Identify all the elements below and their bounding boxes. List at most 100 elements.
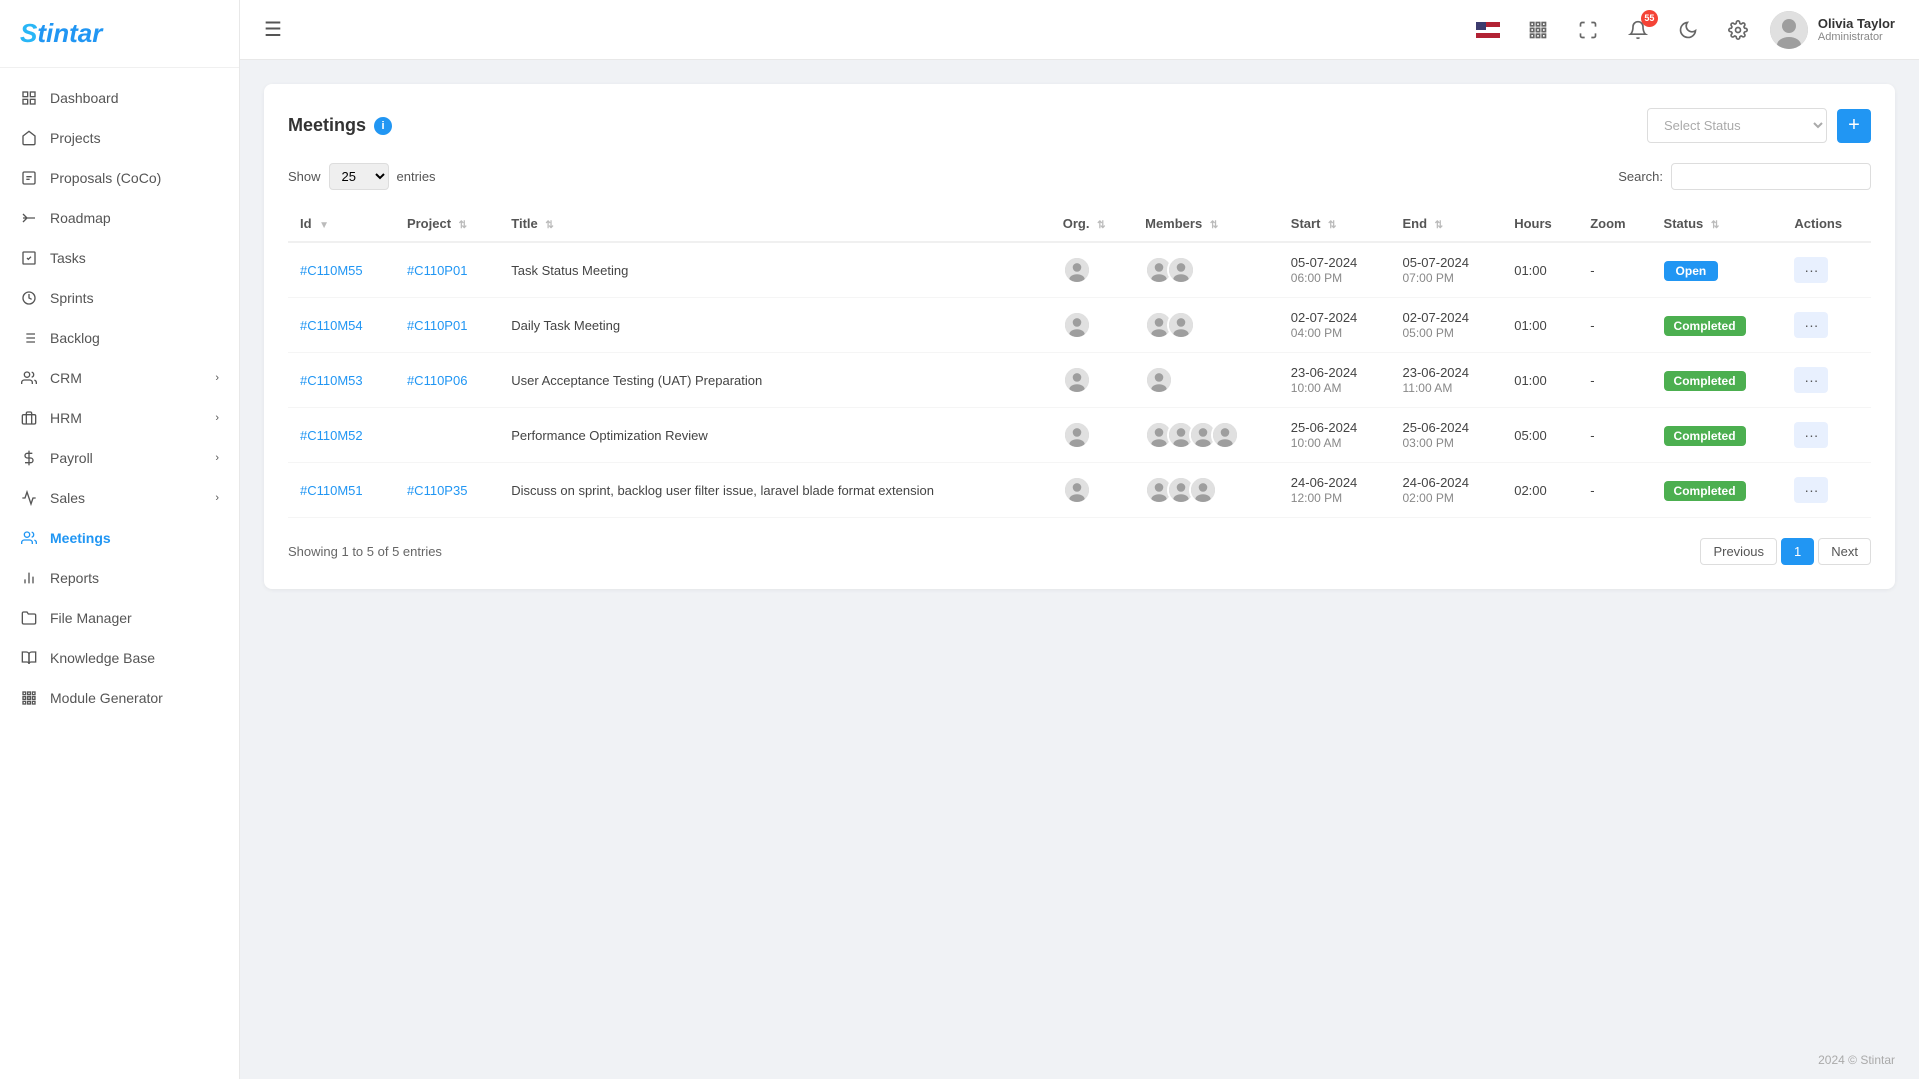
sort-icon[interactable]: ⇅ xyxy=(1328,220,1336,231)
cell-actions: ··· xyxy=(1782,298,1871,353)
card-header: Meetings i Select Status Open Completed … xyxy=(288,108,1871,143)
cell-id: #C110M53 xyxy=(288,353,395,408)
col-title: Title ⇅ xyxy=(499,206,1050,242)
cell-zoom: - xyxy=(1578,353,1651,408)
page-1-button[interactable]: 1 xyxy=(1781,538,1814,565)
sidebar-item-knowledge-base[interactable]: Knowledge Base xyxy=(0,638,239,678)
project-link[interactable]: #C110P01 xyxy=(407,318,467,333)
meetings-table: Id ▼ Project ⇅ Title ⇅ Org. ⇅ Members ⇅ … xyxy=(288,206,1871,518)
notification-badge: 55 xyxy=(1641,10,1658,27)
meeting-id-link[interactable]: #C110M53 xyxy=(300,373,363,388)
sidebar-item-label: Knowledge Base xyxy=(50,650,155,666)
sidebar-item-label: Payroll xyxy=(50,450,93,466)
cell-end: 23-06-202411:00 AM xyxy=(1391,353,1503,408)
reports-icon xyxy=(20,569,38,587)
logo-text: Stintar xyxy=(20,18,219,49)
meeting-id-link[interactable]: #C110M55 xyxy=(300,263,363,278)
sidebar-nav: Dashboard Projects Proposals (CoCo) Road… xyxy=(0,68,239,1079)
status-badge: Completed xyxy=(1664,316,1746,336)
member-avatars xyxy=(1145,476,1267,504)
sort-icon[interactable]: ⇅ xyxy=(1711,220,1719,231)
table-row: #C110M54 #C110P01 Daily Task Meeting 02-… xyxy=(288,298,1871,353)
avatar xyxy=(1145,366,1173,394)
sidebar-item-roadmap[interactable]: Roadmap xyxy=(0,198,239,238)
status-badge: Open xyxy=(1664,261,1719,281)
meeting-id-link[interactable]: #C110M51 xyxy=(300,483,363,498)
sidebar-item-crm[interactable]: CRM › xyxy=(0,358,239,398)
previous-button[interactable]: Previous xyxy=(1700,538,1777,565)
search-label: Search: xyxy=(1618,169,1663,184)
sidebar-item-file-manager[interactable]: File Manager xyxy=(0,598,239,638)
cell-members xyxy=(1133,242,1279,298)
table-row: #C110M55 #C110P01 Task Status Meeting 05… xyxy=(288,242,1871,298)
entries-select[interactable]: 25 50 100 xyxy=(329,163,389,190)
sidebar-item-payroll[interactable]: Payroll › xyxy=(0,438,239,478)
user-info[interactable]: Olivia Taylor Administrator xyxy=(1770,11,1895,49)
project-link[interactable]: #C110P01 xyxy=(407,263,467,278)
cell-start: 02-07-202404:00 PM xyxy=(1279,298,1391,353)
cell-status: Completed xyxy=(1652,298,1783,353)
actions-button[interactable]: ··· xyxy=(1794,477,1828,503)
sort-icon[interactable]: ⇅ xyxy=(1210,220,1218,231)
sort-icon[interactable]: ⇅ xyxy=(1435,220,1443,231)
status-select[interactable]: Select Status Open Completed xyxy=(1647,108,1827,143)
cell-org xyxy=(1051,242,1133,298)
cell-id: #C110M55 xyxy=(288,242,395,298)
actions-button[interactable]: ··· xyxy=(1794,422,1828,448)
next-button[interactable]: Next xyxy=(1818,538,1871,565)
cell-start: 25-06-202410:00 AM xyxy=(1279,408,1391,463)
meeting-id-link[interactable]: #C110M54 xyxy=(300,318,363,333)
showing-text: Showing 1 to 5 of 5 entries xyxy=(288,544,442,559)
sidebar-item-label: Projects xyxy=(50,130,101,146)
logo: Stintar xyxy=(0,0,239,68)
sidebar-item-meetings[interactable]: Meetings xyxy=(0,518,239,558)
sidebar-item-backlog[interactable]: Backlog xyxy=(0,318,239,358)
actions-button[interactable]: ··· xyxy=(1794,367,1828,393)
sort-icon[interactable]: ⇅ xyxy=(459,220,467,231)
sales-arrow-icon: › xyxy=(215,492,219,504)
member-avatars xyxy=(1145,256,1267,284)
search-box: Search: xyxy=(1618,163,1871,190)
menu-icon[interactable]: ☰ xyxy=(264,17,282,42)
sidebar-item-reports[interactable]: Reports xyxy=(0,558,239,598)
proposals-icon xyxy=(20,169,38,187)
project-link[interactable]: #C110P06 xyxy=(407,373,467,388)
info-icon[interactable]: i xyxy=(374,117,392,135)
sort-icon[interactable]: ▼ xyxy=(319,220,329,231)
cell-zoom: - xyxy=(1578,408,1651,463)
search-input[interactable] xyxy=(1671,163,1871,190)
flag-icon[interactable] xyxy=(1472,14,1504,46)
cell-actions: ··· xyxy=(1782,242,1871,298)
sidebar-item-sales[interactable]: Sales › xyxy=(0,478,239,518)
sidebar-item-hrm[interactable]: HRM › xyxy=(0,398,239,438)
sort-icon[interactable]: ⇅ xyxy=(545,220,553,231)
col-start: Start ⇅ xyxy=(1279,206,1391,242)
sidebar-item-label: Sprints xyxy=(50,290,94,306)
sort-icon[interactable]: ⇅ xyxy=(1097,220,1105,231)
sidebar-item-tasks[interactable]: Tasks xyxy=(0,238,239,278)
cell-status: Completed xyxy=(1652,463,1783,518)
actions-button[interactable]: ··· xyxy=(1794,312,1828,338)
sidebar-item-module-generator[interactable]: Module Generator xyxy=(0,678,239,718)
apps-icon[interactable] xyxy=(1522,14,1554,46)
org-avatar xyxy=(1063,421,1091,449)
fullscreen-icon[interactable] xyxy=(1572,14,1604,46)
cell-actions: ··· xyxy=(1782,408,1871,463)
sidebar-item-label: CRM xyxy=(50,370,82,386)
dark-mode-icon[interactable] xyxy=(1672,14,1704,46)
add-meeting-button[interactable]: + xyxy=(1837,109,1871,143)
sidebar-item-dashboard[interactable]: Dashboard xyxy=(0,78,239,118)
org-avatar xyxy=(1063,311,1091,339)
notification-icon[interactable]: 55 xyxy=(1622,14,1654,46)
actions-button[interactable]: ··· xyxy=(1794,257,1828,283)
sidebar-item-label: Sales xyxy=(50,490,85,506)
cell-members xyxy=(1133,463,1279,518)
settings-icon[interactable] xyxy=(1722,14,1754,46)
sidebar-item-sprints[interactable]: Sprints xyxy=(0,278,239,318)
project-link[interactable]: #C110P35 xyxy=(407,483,467,498)
sidebar-item-proposals[interactable]: Proposals (CoCo) xyxy=(0,158,239,198)
hrm-arrow-icon: › xyxy=(215,412,219,424)
meeting-id-link[interactable]: #C110M52 xyxy=(300,428,363,443)
sidebar-item-projects[interactable]: Projects xyxy=(0,118,239,158)
org-avatar xyxy=(1063,476,1091,504)
